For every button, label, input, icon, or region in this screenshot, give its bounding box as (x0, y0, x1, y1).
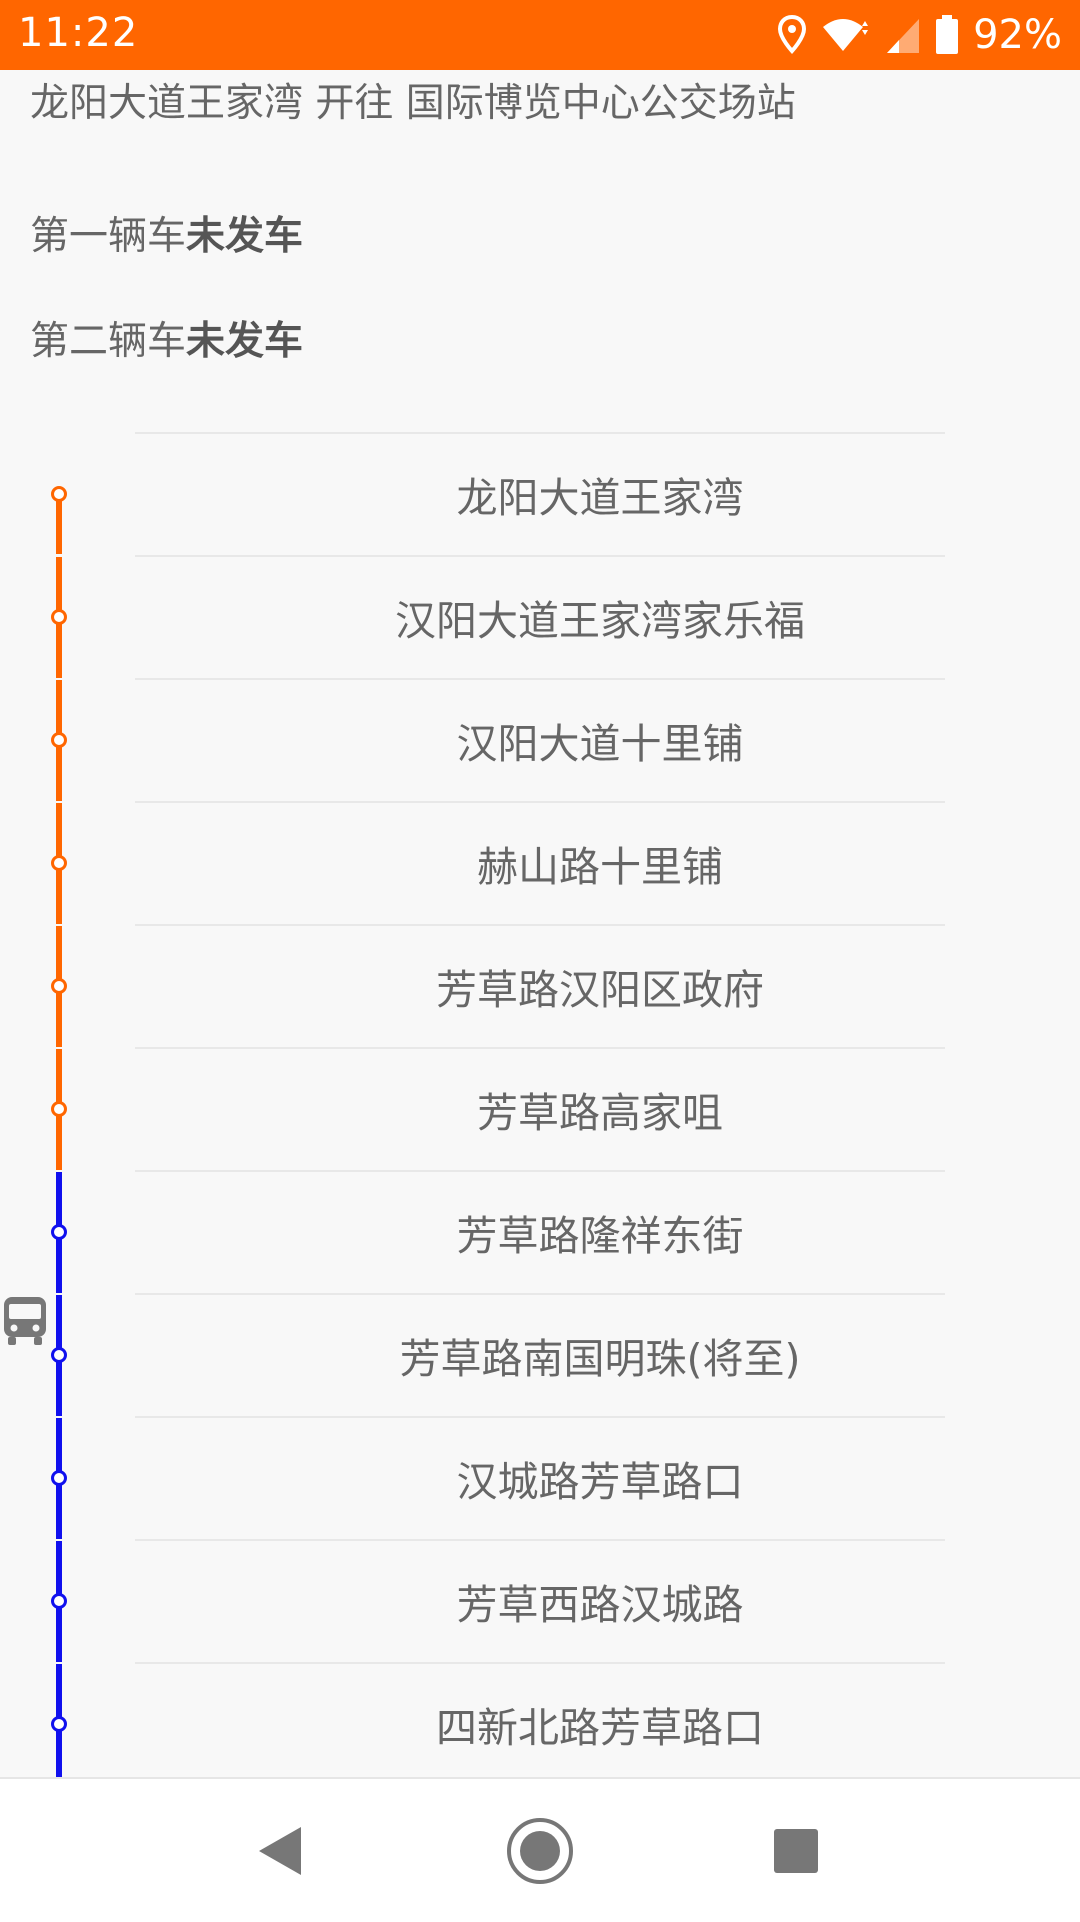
station-name: 汉阳大道十里铺 (456, 719, 744, 768)
signal-icon (885, 15, 921, 55)
wifi-icon (821, 15, 871, 55)
station-row[interactable]: 赫山路十里铺 (0, 801, 1080, 924)
station-row[interactable]: 汉城路芳草路口 (0, 1416, 1080, 1539)
station-row[interactable]: 芳草路隆祥东街 (0, 1170, 1080, 1293)
station-row[interactable]: 芳草路南国明珠(将至) (0, 1293, 1080, 1416)
location-icon (777, 15, 807, 55)
status-icons: 92% (777, 10, 1062, 60)
station-name: 龙阳大道王家湾 (456, 473, 744, 522)
station-row[interactable]: 芳草西路汉城路 (0, 1539, 1080, 1662)
station-name-cell: 芳草路汉阳区政府 (135, 924, 1065, 1047)
station-name-cell: 龙阳大道王家湾 (135, 432, 1065, 555)
station-dot (51, 978, 67, 994)
station-row[interactable]: 汉阳大道十里铺 (0, 678, 1080, 801)
route-line-segment (56, 494, 62, 554)
station-name: 汉城路芳草路口 (456, 1457, 744, 1506)
station-dot (51, 1347, 67, 1363)
station-name-cell: 四新北路芳草路口 (135, 1662, 1065, 1777)
second-bus-status: 未发车 (186, 319, 304, 364)
station-dot (51, 1101, 67, 1117)
second-bus-label: 第二辆车 (30, 319, 187, 364)
first-bus-label: 第一辆车 (30, 214, 187, 259)
status-time: 11:22 (18, 10, 139, 56)
second-bus-info: 第二辆车未发车 (30, 310, 303, 366)
station-name-cell: 赫山路十里铺 (135, 801, 1065, 924)
station-name: 芳草路高家咀 (477, 1088, 723, 1137)
station-dot (51, 486, 67, 502)
station-name-cell: 汉阳大道王家湾家乐福 (135, 555, 1065, 678)
station-name-cell: 芳草路隆祥东街 (135, 1170, 1065, 1293)
station-name-cell: 芳草路高家咀 (135, 1047, 1065, 1170)
navigation-bar (0, 1777, 1080, 1922)
bus-icon (4, 1297, 46, 1345)
status-bar: 11:22 92% (0, 0, 1080, 70)
station-dot (51, 1716, 67, 1732)
station-dot (51, 1224, 67, 1240)
station-name: 赫山路十里铺 (477, 842, 723, 891)
station-row[interactable]: 龙阳大道王家湾 (0, 432, 1080, 555)
station-name: 四新北路芳草路口 (436, 1703, 764, 1752)
station-row[interactable]: 芳草路汉阳区政府 (0, 924, 1080, 1047)
home-button[interactable] (480, 1779, 600, 1922)
recents-icon (774, 1828, 818, 1873)
station-name-cell: 芳草西路汉城路 (135, 1539, 1065, 1662)
station-name: 芳草西路汉城路 (456, 1580, 744, 1629)
route-direction: 龙阳大道王家湾 开往 国际博览中心公交场站 (30, 81, 796, 126)
station-name-cell: 汉城路芳草路口 (135, 1416, 1065, 1539)
first-bus-status: 未发车 (186, 214, 304, 259)
station-name-cell: 芳草路南国明珠(将至) (135, 1293, 1065, 1416)
recents-button[interactable] (736, 1779, 856, 1922)
station-name: 芳草路汉阳区政府 (436, 965, 764, 1014)
station-list[interactable]: 龙阳大道王家湾汉阳大道王家湾家乐福 汉阳大道十里铺 赫山路十里铺 芳草路汉阳区政府 芳草… (0, 432, 1080, 1777)
station-dot (51, 855, 67, 871)
station-name: 芳草路南国明珠(将至) (399, 1334, 801, 1383)
station-name: 芳草路隆祥东街 (456, 1211, 744, 1260)
back-icon (259, 1826, 301, 1875)
battery-icon (935, 15, 959, 55)
station-dot (51, 1593, 67, 1609)
battery-percent: 92% (973, 12, 1062, 58)
station-dot (51, 609, 67, 625)
back-button[interactable] (220, 1779, 340, 1922)
station-row[interactable]: 汉阳大道王家湾家乐福 (0, 555, 1080, 678)
station-row[interactable]: 四新北路芳草路口 (0, 1662, 1080, 1777)
home-icon (507, 1817, 573, 1884)
station-row[interactable]: 芳草路高家咀 (0, 1047, 1080, 1170)
station-name-cell: 汉阳大道十里铺 (135, 678, 1065, 801)
station-dot (51, 1470, 67, 1486)
station-name: 汉阳大道王家湾家乐福 (395, 596, 805, 645)
station-dot (51, 732, 67, 748)
first-bus-info: 第一辆车未发车 (30, 205, 303, 261)
